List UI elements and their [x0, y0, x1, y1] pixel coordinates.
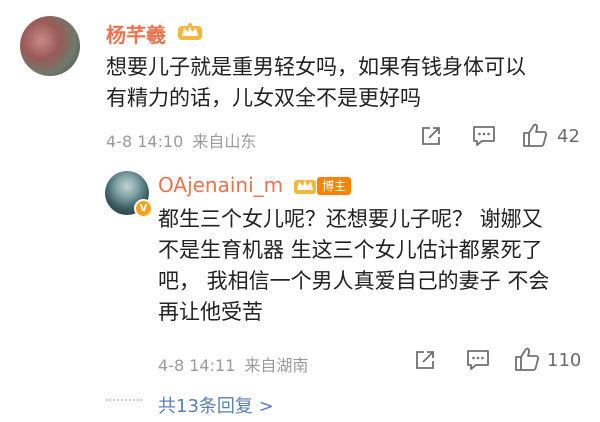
comment-time: 4-8 14:10: [106, 132, 184, 151]
more-replies-link[interactable]: 共13条回复 >: [158, 392, 274, 418]
forward-icon[interactable]: [420, 125, 442, 147]
comment-text-line: 想要儿子就是重男轻女吗，如果有钱身体可以: [106, 55, 526, 79]
forward-icon[interactable]: [414, 349, 436, 371]
reply-username[interactable]: OAjenaini_m: [158, 173, 283, 197]
comment-location: 来自山东: [192, 132, 257, 151]
like-icon[interactable]: [514, 346, 540, 372]
avatar[interactable]: [20, 16, 80, 76]
like-icon[interactable]: [522, 122, 548, 148]
comment-icon[interactable]: [466, 349, 490, 371]
comment-icon[interactable]: [472, 125, 496, 147]
reply-text-line: 都生三个女儿呢？还想要儿子呢？ 谢娜又: [158, 207, 543, 231]
comment-text: 想要儿子就是重男轻女吗，如果有钱身体可以 有精力的话，儿女双全不是更好吗: [106, 52, 586, 114]
reply-text-line: 再让他受苦: [158, 300, 263, 324]
like-count: 42: [557, 126, 580, 147]
divider: [106, 399, 142, 401]
reply-text-line: 不是生育机器 生这三个女儿估计都累死了: [158, 238, 543, 262]
comment-text-line: 有精力的话，儿女双全不是更好吗: [106, 86, 421, 110]
crown-icon: [178, 23, 202, 40]
reply-text-line: 吧， 我相信一个男人真爱自己的妻子 不会: [158, 269, 550, 293]
reply-text: 都生三个女儿呢？还想要儿子呢？ 谢娜又 不是生育机器 生这三个女儿估计都累死了 …: [158, 204, 588, 328]
reply-time: 4-8 14:11: [158, 356, 236, 375]
reply-location: 来自湖南: [244, 356, 309, 375]
role-badge: 博主: [317, 177, 352, 195]
reply-meta: 4-8 14:11 来自湖南: [158, 352, 308, 376]
like-count: 110: [547, 350, 582, 371]
verified-badge: V: [134, 199, 153, 218]
comment-username[interactable]: 杨芊羲: [106, 19, 166, 48]
crown-icon: [294, 180, 316, 194]
comment-meta: 4-8 14:10 来自山东: [106, 128, 256, 152]
